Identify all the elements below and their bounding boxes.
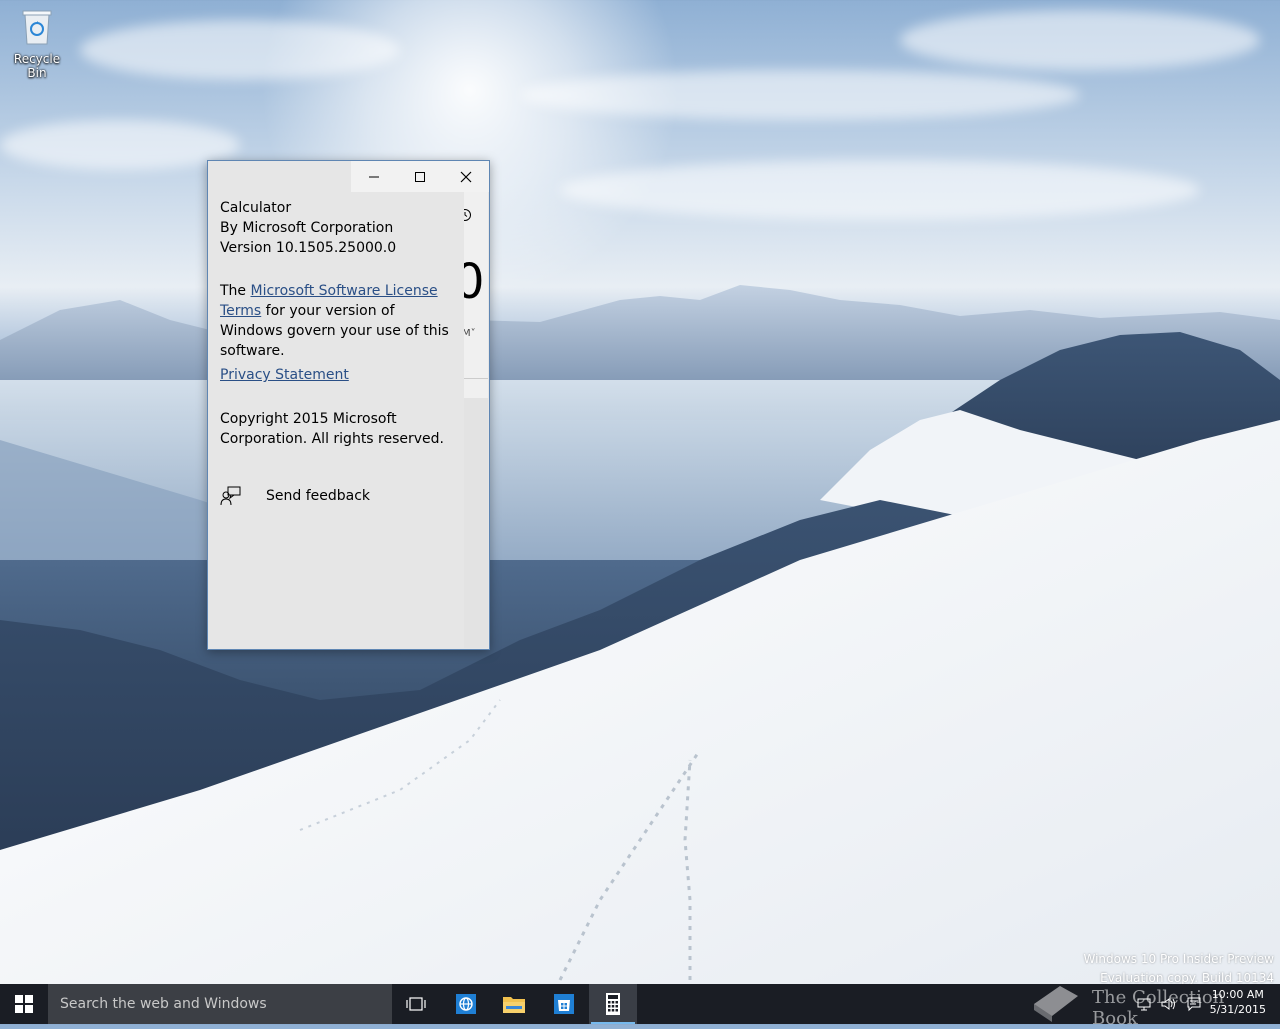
action-center-icon[interactable] — [1186, 996, 1202, 1012]
minimize-icon — [369, 176, 379, 177]
search-box[interactable]: Search the web and Windows — [48, 984, 392, 1024]
file-explorer-button[interactable] — [490, 984, 538, 1024]
book-logo-icon — [1034, 986, 1078, 1022]
about-panel: Calculator By Microsoft Corporation Vers… — [208, 192, 464, 648]
maximize-button[interactable] — [397, 161, 443, 192]
calculator-taskbar-button[interactable] — [589, 984, 637, 1024]
copyright: Copyright 2015 Microsoft Corporation. Al… — [220, 411, 445, 447]
send-feedback-label: Send feedback — [266, 488, 371, 504]
recycle-bin-label: Recycle Bin — [13, 52, 61, 80]
taskbar: Search the web and Windows The Collectio… — [0, 984, 1280, 1029]
maximize-icon — [415, 171, 425, 182]
edge-icon — [456, 994, 476, 1014]
close-icon — [460, 171, 472, 182]
edge-button[interactable] — [442, 984, 490, 1024]
close-button[interactable] — [443, 161, 489, 192]
store-button[interactable] — [540, 984, 588, 1024]
volume-icon[interactable] — [1160, 996, 1176, 1012]
privacy-statement-link[interactable]: Privacy Statement — [220, 367, 349, 383]
version: Version 10.1505.25000.0 — [220, 240, 397, 256]
keypad-partial — [464, 398, 488, 648]
file-explorer-icon — [503, 997, 525, 1013]
title-bar[interactable] — [208, 161, 489, 192]
license-prefix: The — [220, 283, 251, 299]
recycle-bin-shortcut[interactable]: Recycle Bin — [4, 8, 70, 80]
publisher: By Microsoft Corporation — [220, 220, 394, 236]
minimize-button[interactable] — [351, 161, 397, 192]
start-button[interactable] — [0, 984, 48, 1024]
window-controls — [351, 161, 489, 192]
watermark-line1: Windows 10 Pro Insider Preview — [1083, 952, 1274, 966]
calculator-about-window[interactable]: 0 M˅ Calculator By Microsoft Corporation… — [207, 160, 490, 650]
task-view-button[interactable] — [392, 984, 440, 1024]
clock-time: 10:00 AM — [1211, 988, 1264, 1001]
system-clock[interactable]: 10:00 AM 5/31/2015 — [1210, 987, 1266, 1017]
recycle-bin-icon — [22, 10, 52, 45]
task-view-icon — [406, 997, 426, 1011]
feedback-icon — [220, 486, 241, 506]
clock-date: 5/31/2015 — [1209, 1003, 1266, 1016]
store-icon — [554, 994, 574, 1014]
search-placeholder: Search the web and Windows — [60, 996, 267, 1012]
title-area[interactable] — [208, 161, 349, 192]
windows-logo-icon — [15, 995, 33, 1013]
calculator-icon — [606, 993, 620, 1015]
calculator-main-view-partial: 0 M˅ — [454, 192, 488, 648]
divider — [462, 378, 488, 379]
desktop-wallpaper — [0, 0, 1280, 1024]
network-icon[interactable] — [1136, 996, 1152, 1012]
send-feedback-button[interactable]: Send feedback — [220, 484, 370, 508]
app-name: Calculator — [220, 200, 292, 216]
mountain-range — [0, 285, 1280, 1024]
memory-indicator: M˅ — [462, 328, 476, 339]
license-text: The Microsoft Software License Terms for… — [220, 281, 456, 361]
